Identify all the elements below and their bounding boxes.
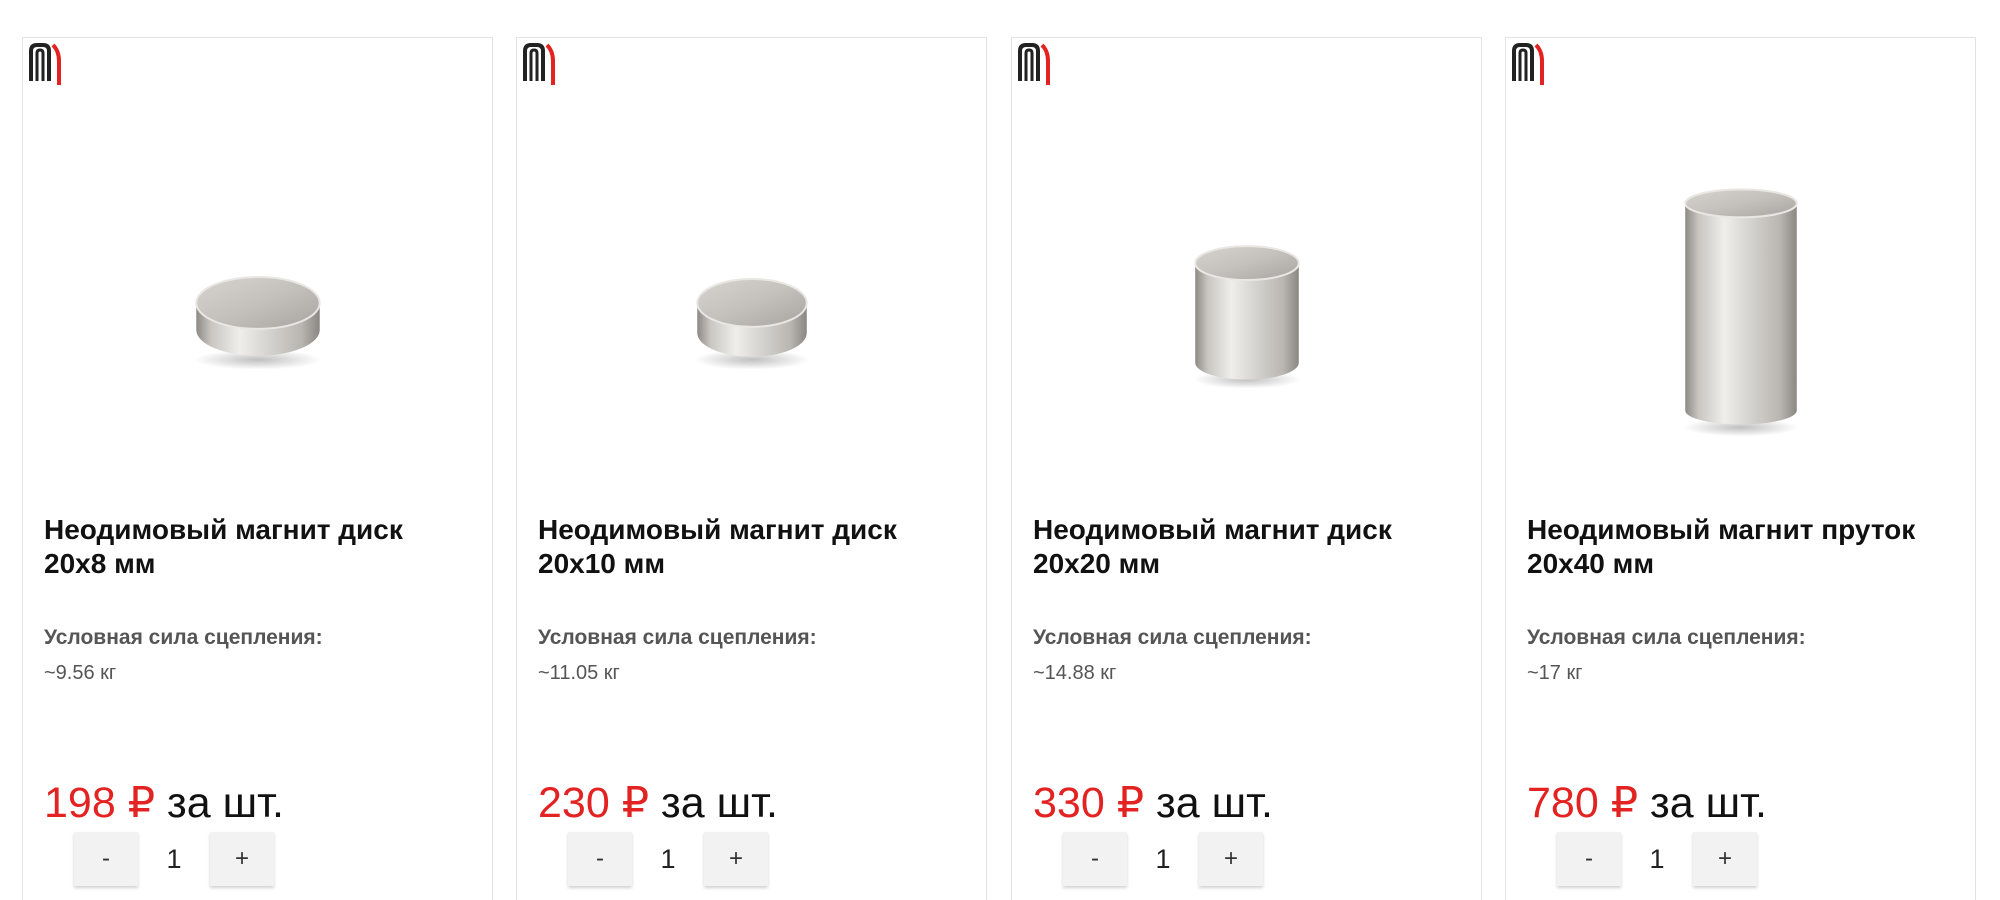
brand-logo-icon [523,43,555,85]
spec-value: ~11.05 кг [538,662,620,684]
brand-logo-icon [1018,43,1050,85]
product-title[interactable]: Неодимовый магнит диск 20х8 мм [44,513,464,581]
spec-label: Условная сила сцепления: [1527,626,1806,649]
price: 780 ₽ за шт. [1527,778,1767,828]
product-title[interactable]: Неодимовый магнит пруток 20х40 мм [1527,513,1947,581]
quantity-decrease-button[interactable]: - [1063,832,1127,886]
spec-label: Условная сила сцепления: [44,626,323,649]
quantity-value[interactable]: 1 [1623,844,1691,875]
quantity-increase-button[interactable]: + [1199,832,1263,886]
price-unit: за шт. [1638,779,1767,827]
product-card[interactable]: Неодимовый магнит диск 20х8 мм Условная … [22,37,493,900]
spec-value: ~17 кг [1527,662,1583,684]
rod-magnet-image[interactable] [1506,98,1975,478]
price-amount: 230 ₽ [538,779,650,827]
spec-value: ~9.56 кг [44,662,117,684]
price-unit: за шт. [649,779,778,827]
cylinder-magnet-image[interactable] [1012,98,1481,478]
price-amount: 330 ₽ [1033,779,1145,827]
quantity-value[interactable]: 1 [1129,844,1197,875]
price-unit: за шт. [1144,779,1273,827]
quantity-decrease-button[interactable]: - [74,832,138,886]
spec-label: Условная сила сцепления: [538,626,817,649]
product-grid: Неодимовый магнит диск 20х8 мм Условная … [0,0,2000,900]
price: 230 ₽ за шт. [538,778,778,828]
disc-magnet-image[interactable] [517,98,986,478]
price: 198 ₽ за шт. [44,778,284,828]
product-card[interactable]: Неодимовый магнит диск 20х20 мм Условная… [1011,37,1482,900]
product-card[interactable]: Неодимовый магнит пруток 20х40 мм Условн… [1505,37,1976,900]
product-card[interactable]: Неодимовый магнит диск 20х10 мм Условная… [516,37,987,900]
price-amount: 780 ₽ [1527,779,1639,827]
brand-logo-icon [29,43,61,85]
quantity-value[interactable]: 1 [634,844,702,875]
brand-logo-icon [1512,43,1544,85]
spec-value: ~14.88 кг [1033,662,1117,684]
price-unit: за шт. [155,779,284,827]
quantity-decrease-button[interactable]: - [1557,832,1621,886]
spec-label: Условная сила сцепления: [1033,626,1312,649]
product-title[interactable]: Неодимовый магнит диск 20х20 мм [1033,513,1453,581]
quantity-decrease-button[interactable]: - [568,832,632,886]
product-title[interactable]: Неодимовый магнит диск 20х10 мм [538,513,958,581]
quantity-increase-button[interactable]: + [1693,832,1757,886]
quantity-increase-button[interactable]: + [704,832,768,886]
quantity-increase-button[interactable]: + [210,832,274,886]
quantity-value[interactable]: 1 [140,844,208,875]
price: 330 ₽ за шт. [1033,778,1273,828]
price-amount: 198 ₽ [44,779,156,827]
disc-magnet-image[interactable] [23,98,492,478]
